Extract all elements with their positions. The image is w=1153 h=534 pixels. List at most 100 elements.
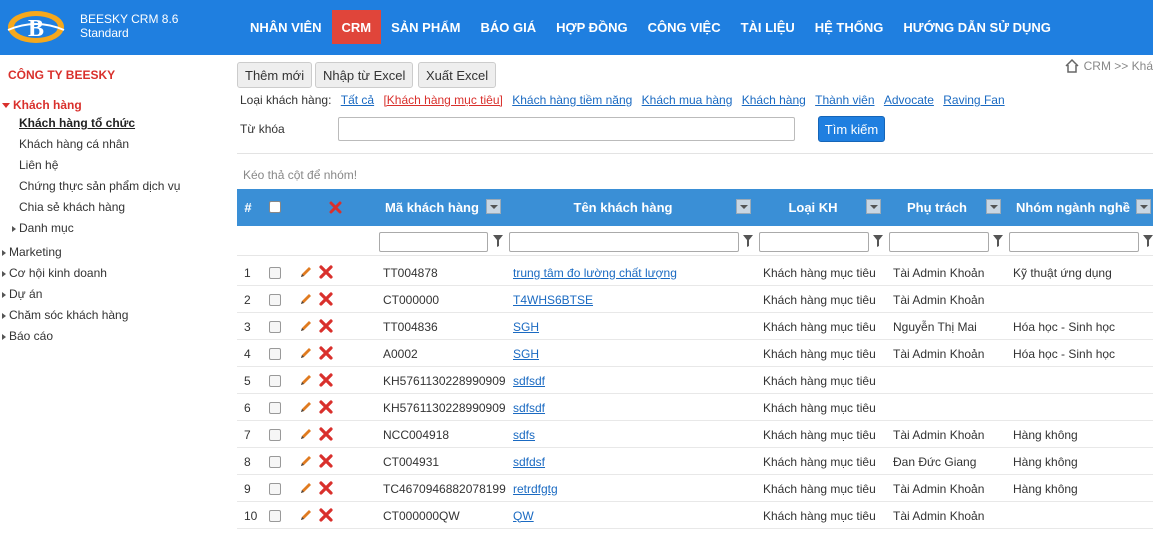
row-checkbox[interactable] — [269, 456, 281, 468]
search-button[interactable]: Tìm kiếm — [818, 116, 885, 142]
edit-icon[interactable] — [299, 400, 313, 414]
customer-name-link[interactable]: trung tâm đo lường chất lượng — [513, 266, 677, 280]
delete-icon[interactable] — [319, 373, 333, 387]
filter-member[interactable]: Thành viên — [815, 93, 874, 107]
customer-name-link[interactable]: sdfsdf — [513, 374, 545, 388]
filter-raving-fan[interactable]: Raving Fan — [943, 93, 1004, 107]
breadcrumb-text[interactable]: CRM >> Khá — [1084, 59, 1153, 73]
group-filter-input[interactable] — [1009, 232, 1139, 252]
table-row[interactable]: 3 TT004836 SGH Khách hàng mục tiêu Nguyễn Th… — [237, 313, 1153, 340]
nav-cong-viec[interactable]: CÔNG VIỆC — [638, 0, 731, 55]
row-checkbox[interactable] — [269, 294, 281, 306]
row-checkbox[interactable] — [269, 321, 281, 333]
filter-buyer[interactable]: Khách mua hàng — [642, 93, 733, 107]
filter-all[interactable]: Tất cả — [341, 93, 374, 107]
sidebar-item-chung-thuc[interactable]: Chứng thực sản phẩm dịch vụ — [19, 179, 180, 193]
customer-name-link[interactable]: sdfs — [513, 428, 535, 442]
edit-icon[interactable] — [299, 508, 313, 522]
nav-nhan-vien[interactable]: NHÂN VIÊN — [240, 0, 332, 55]
customer-name-link[interactable]: T4WHS6BTSE — [513, 293, 593, 307]
delete-icon[interactable] — [319, 454, 333, 468]
nav-bao-gia[interactable]: BÁO GIÁ — [470, 0, 546, 55]
name-filter-input[interactable] — [509, 232, 739, 252]
col-owner-header[interactable]: Phụ trách — [889, 189, 985, 226]
delete-icon[interactable] — [319, 346, 333, 360]
type-filter-input[interactable] — [759, 232, 869, 252]
col-group-header[interactable]: Nhóm ngành nghề — [1009, 189, 1137, 226]
delete-icon[interactable] — [319, 508, 333, 522]
import-excel-button[interactable]: Nhập từ Excel — [315, 62, 414, 88]
delete-icon[interactable] — [319, 292, 333, 306]
sidebar-item-khach-hang-ca-nhan[interactable]: Khách hàng cá nhân — [19, 137, 129, 151]
add-new-button[interactable]: Thêm mới — [237, 62, 313, 88]
nav-hop-dong[interactable]: HỢP ĐỒNG — [546, 0, 638, 55]
customer-name-link[interactable]: sdfdsf — [513, 455, 545, 469]
edit-icon[interactable] — [299, 481, 313, 495]
customer-name-link[interactable]: QW — [513, 509, 534, 523]
edit-icon[interactable] — [299, 454, 313, 468]
customer-name-link[interactable]: retrdfgtg — [513, 482, 558, 496]
edit-icon[interactable] — [299, 265, 313, 279]
col-type-header[interactable]: Loại KH — [759, 189, 867, 226]
select-all-checkbox[interactable] — [269, 201, 281, 213]
table-row[interactable]: 1 TT004878 trung tâm đo lường chất lượng Kh… — [237, 259, 1153, 286]
table-row[interactable]: 7 NCC004918 sdfs Khách hàng mục tiêu Tài Adm… — [237, 421, 1153, 448]
sidebar-item-chia-se[interactable]: Chia sẻ khách hàng — [19, 200, 125, 214]
delete-icon[interactable] — [319, 481, 333, 495]
delete-all-icon[interactable] — [329, 201, 342, 214]
filter-potential[interactable]: Khách hàng tiềm năng — [512, 93, 632, 107]
beesky-logo[interactable]: B — [6, 8, 66, 46]
edit-icon[interactable] — [299, 319, 313, 333]
sidebar-item-khach-hang[interactable]: Khách hàng — [2, 98, 82, 112]
col-owner-menu-icon[interactable] — [986, 199, 1001, 214]
code-filter-input[interactable] — [379, 232, 488, 252]
edit-icon[interactable] — [299, 373, 313, 387]
home-icon[interactable] — [1064, 58, 1080, 74]
sidebar-item-lien-he[interactable]: Liên hệ — [19, 158, 58, 172]
nav-huong-dan[interactable]: HƯỚNG DẪN SỬ DỤNG — [893, 0, 1061, 55]
funnel-icon[interactable] — [493, 235, 503, 247]
col-code-menu-icon[interactable] — [486, 199, 501, 214]
delete-icon[interactable] — [319, 319, 333, 333]
sidebar-item-du-an[interactable]: Dự án — [2, 287, 42, 301]
customer-name-link[interactable]: SGH — [513, 320, 539, 334]
table-row[interactable]: 2 CT000000 T4WHS6BTSE Khách hàng mục tiêu Tà… — [237, 286, 1153, 313]
col-group-menu-icon[interactable] — [1136, 199, 1151, 214]
col-name-menu-icon[interactable] — [736, 199, 751, 214]
table-row[interactable]: 10 CT000000QW QW Khách hàng mục tiêu Tài Adm… — [237, 502, 1153, 529]
keyword-input[interactable] — [338, 117, 795, 141]
edit-icon[interactable] — [299, 292, 313, 306]
sidebar-item-danh-muc[interactable]: Danh mục — [12, 221, 74, 235]
funnel-icon[interactable] — [993, 235, 1003, 247]
row-checkbox[interactable] — [269, 429, 281, 441]
table-row[interactable]: 6 KH5761130228990909 sdfsdf Khách hàng mục … — [237, 394, 1153, 421]
export-excel-button[interactable]: Xuất Excel — [418, 62, 497, 88]
col-type-menu-icon[interactable] — [866, 199, 881, 214]
sidebar-item-co-hoi[interactable]: Cơ hội kinh doanh — [2, 266, 107, 280]
funnel-icon[interactable] — [743, 235, 753, 247]
row-checkbox[interactable] — [269, 402, 281, 414]
filter-target[interactable]: [Khách hàng mục tiêu] — [383, 93, 502, 107]
filter-advocate[interactable]: Advocate — [884, 93, 934, 107]
row-checkbox[interactable] — [269, 375, 281, 387]
table-row[interactable]: 5 KH5761130228990909 sdfsdf Khách hàng mục … — [237, 367, 1153, 394]
filter-customer[interactable]: Khách hàng — [742, 93, 806, 107]
edit-icon[interactable] — [299, 346, 313, 360]
table-row[interactable]: 8 CT004931 sdfdsf Khách hàng mục tiêu Đan Đứ… — [237, 448, 1153, 475]
funnel-icon[interactable] — [873, 235, 883, 247]
delete-icon[interactable] — [319, 427, 333, 441]
sidebar-item-marketing[interactable]: Marketing — [2, 245, 62, 259]
sidebar-item-cham-soc[interactable]: Chăm sóc khách hàng — [2, 308, 128, 322]
owner-filter-input[interactable] — [889, 232, 989, 252]
edit-icon[interactable] — [299, 427, 313, 441]
col-code-header[interactable]: Mã khách hàng — [377, 189, 487, 226]
row-checkbox[interactable] — [269, 348, 281, 360]
customer-name-link[interactable]: SGH — [513, 347, 539, 361]
delete-icon[interactable] — [319, 265, 333, 279]
row-checkbox[interactable] — [269, 510, 281, 522]
col-name-header[interactable]: Tên khách hàng — [509, 189, 737, 226]
nav-tai-lieu[interactable]: TÀI LIỆU — [731, 0, 805, 55]
sidebar-item-khach-hang-to-chuc[interactable]: Khách hàng tổ chức — [19, 116, 135, 130]
row-checkbox[interactable] — [269, 267, 281, 279]
table-row[interactable]: 9 TC4670946882078199 retrdfgtg Khách hàng m… — [237, 475, 1153, 502]
